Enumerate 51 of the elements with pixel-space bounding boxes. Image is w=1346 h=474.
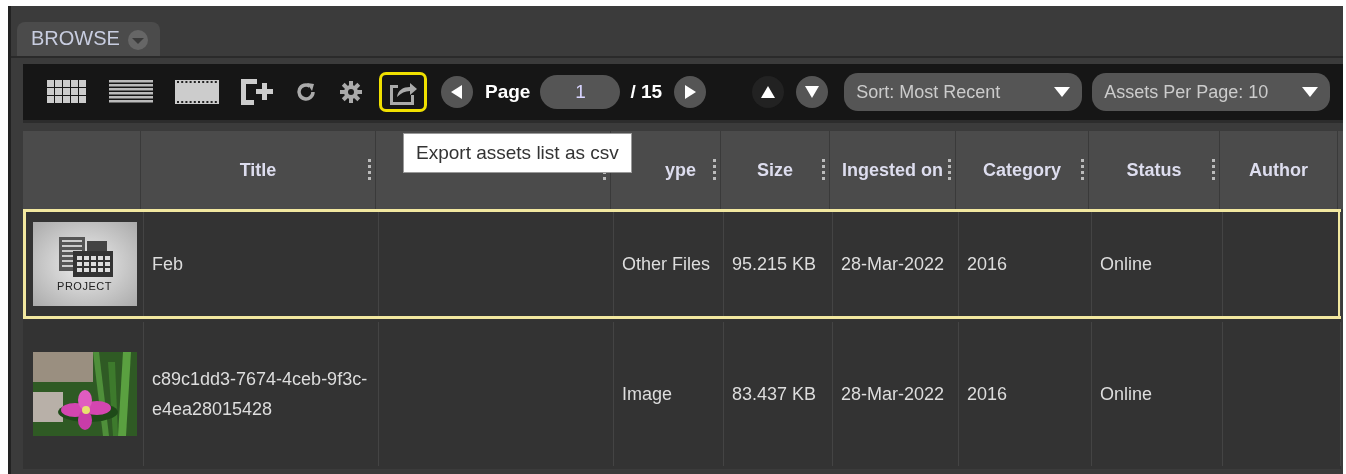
- page-label: Page: [485, 81, 531, 103]
- sort-ascending-button[interactable]: [752, 76, 785, 108]
- caret-icon: [1302, 87, 1319, 97]
- previous-page-button[interactable]: [441, 76, 473, 108]
- column-title[interactable]: Title: [239, 159, 277, 181]
- table-cell-text: Feb: [152, 253, 184, 276]
- sort-dropdown[interactable]: Sort: Most Recent: [844, 73, 1083, 111]
- table-cell-text: Image: [622, 383, 673, 406]
- grid-icon: [47, 80, 87, 104]
- down-arrow-icon: [805, 86, 820, 98]
- tooltip: Export assets list as csv: [403, 133, 632, 173]
- browse-tab[interactable]: BROWSE: [17, 22, 160, 56]
- table-cell-text: Online: [1100, 383, 1153, 406]
- add-icon: [241, 79, 273, 105]
- thumbnail-caption: PROJECT: [57, 279, 112, 293]
- table-cell-text: 83.437 KB: [732, 383, 817, 406]
- asset-row[interactable]: PROJECT Feb Other Files 95.215 KB 28-Mar-2022 2016 Online: [23, 209, 1341, 319]
- column-menu-icon[interactable]: [1081, 159, 1084, 183]
- table-cell-text: 2016: [967, 253, 1008, 276]
- table-cell-text: 28-Mar-2022: [841, 383, 945, 406]
- column-menu-icon[interactable]: [1212, 159, 1215, 183]
- left-arrow-icon: [451, 85, 463, 99]
- column-title[interactable]: Status: [1126, 159, 1182, 181]
- column-menu-icon[interactable]: [948, 159, 951, 183]
- next-page-button[interactable]: [674, 76, 707, 108]
- column-title[interactable]: Author: [1249, 159, 1308, 181]
- table-cell-text: 2016: [967, 383, 1008, 406]
- table-cell-text: Online: [1100, 253, 1153, 276]
- table-cell-text: c89c1dd3-7674-4ceb-9f3c-e4ea28015428: [152, 368, 369, 421]
- table-cell-text: 28-Mar-2022: [841, 253, 945, 276]
- column-title[interactable]: Category: [983, 159, 1061, 181]
- column-menu-icon[interactable]: [713, 159, 716, 183]
- list-icon: [109, 80, 153, 104]
- filmstrip-icon: [175, 80, 219, 104]
- table-cell-text: 95.215 KB: [732, 253, 817, 276]
- asset-row[interactable]: c89c1dd3-7674-4ceb-9f3c-e4ea28015428 Image 83.437 KB 28-Mar-2022 2016 Online: [23, 319, 1341, 469]
- column-title[interactable]: ype: [665, 159, 696, 181]
- column-title[interactable]: Ingested on: [842, 159, 943, 181]
- right-arrow-icon: [684, 85, 697, 99]
- table-cell-text: Other Files: [622, 253, 711, 276]
- column-menu-icon[interactable]: [368, 159, 371, 183]
- assets-per-page-dropdown[interactable]: Assets Per Page: 10: [1092, 73, 1331, 111]
- column-title[interactable]: Size: [757, 159, 793, 181]
- page-total: / 15: [630, 81, 663, 103]
- column-menu-icon[interactable]: [822, 159, 825, 183]
- page-number-field[interactable]: 1: [540, 75, 621, 109]
- sort-descending-button[interactable]: [796, 76, 829, 108]
- export-button[interactable]: [379, 72, 427, 112]
- up-arrow-icon: [761, 86, 776, 98]
- refresh-icon: [295, 81, 317, 103]
- caret-icon: [1054, 87, 1071, 97]
